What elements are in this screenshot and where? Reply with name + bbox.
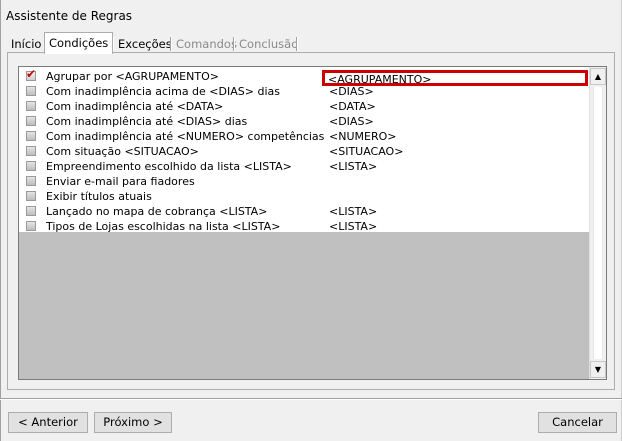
condition-label: Com situação <SITUACAO> (46, 145, 199, 158)
tab-condicoes[interactable]: Condições (44, 32, 114, 54)
condition-checkbox[interactable] (26, 146, 36, 156)
tab-comandos[interactable]: Comandos (172, 35, 241, 53)
arrow-down-icon[interactable]: ▼ (590, 361, 606, 378)
condition-value[interactable]: <NUMERO> (329, 130, 396, 143)
condition-checkbox[interactable] (26, 161, 36, 171)
condition-value[interactable]: <DIAS> (329, 115, 374, 128)
condition-checkbox[interactable] (26, 86, 36, 96)
condition-label: Enviar e-mail para fiadores (46, 175, 195, 188)
back-button[interactable]: < Anterior (8, 412, 88, 433)
condition-value[interactable]: <LISTA> (329, 160, 377, 173)
condition-row[interactable]: Empreendimento escolhido da lista <LISTA… (19, 159, 591, 174)
condition-row[interactable]: Exibir títulos atuais (19, 189, 591, 204)
condition-label: Com inadimplência até <DIAS> dias (46, 115, 248, 128)
cancel-button[interactable]: Cancelar (538, 412, 617, 433)
conditions-list: ✔ Agrupar por <AGRUPAMENTO> <AGRUPAMENTO… (19, 67, 591, 234)
condition-value[interactable]: <LISTA> (329, 205, 377, 218)
condition-row[interactable]: Com inadimplência acima de <DIAS> dias <… (19, 84, 591, 99)
condition-row[interactable]: Com situação <SITUACAO> <SITUACAO> (19, 144, 591, 159)
tab-inicio[interactable]: Início (7, 35, 45, 53)
footer-divider (0, 398, 622, 400)
condition-value[interactable]: <DATA> (329, 100, 376, 113)
condition-row[interactable]: Com inadimplência até <DIAS> dias <DIAS> (19, 114, 591, 129)
condition-label: Com inadimplência acima de <DIAS> dias (46, 85, 280, 98)
condition-value[interactable]: <LISTA> (329, 220, 377, 233)
tab-excecoes[interactable]: Exceções (114, 35, 176, 53)
condition-label: Com inadimplência até <DATA> (46, 100, 224, 113)
condition-checkbox[interactable] (26, 221, 36, 231)
check-mark-icon: ✔ (26, 67, 37, 81)
condition-checkbox[interactable] (26, 191, 36, 201)
condition-label: Empreendimento escolhido da lista <LISTA… (46, 160, 292, 173)
scrollbar-track[interactable] (593, 87, 603, 359)
condition-row[interactable]: Tipos de Lojas escolhidas na lista <LIST… (19, 219, 591, 234)
condition-label: Com inadimplência até <NUMERO> competênc… (46, 130, 325, 143)
tab-strip: Início Condições Exceções Comandos Concl… (7, 32, 612, 54)
conditions-grid: ✔ Agrupar por <AGRUPAMENTO> <AGRUPAMENTO… (18, 66, 607, 380)
tab-separator (296, 37, 298, 51)
condition-checkbox[interactable] (26, 206, 36, 216)
condition-row[interactable]: Lançado no mapa de cobrança <LISTA> <LIS… (19, 204, 591, 219)
tab-conclusao[interactable]: Conclusão (235, 35, 302, 53)
condition-checkbox[interactable]: ✔ (26, 67, 37, 81)
condition-label: Exibir títulos atuais (46, 190, 152, 203)
window-title: Assistente de Regras (6, 9, 133, 23)
condition-value[interactable]: <DIAS> (329, 85, 374, 98)
condition-value[interactable]: <SITUACAO> (329, 145, 403, 158)
condition-checkbox[interactable] (26, 101, 36, 111)
condition-checkbox[interactable] (26, 116, 36, 126)
condition-label: Tipos de Lojas escolhidas na lista <LIST… (46, 220, 281, 233)
vertical-scrollbar[interactable]: ▲ ▼ (589, 67, 606, 379)
condition-row[interactable]: Enviar e-mail para fiadores (19, 174, 591, 189)
arrow-up-icon[interactable]: ▲ (590, 68, 606, 85)
next-button[interactable]: Próximo > (94, 412, 172, 433)
condition-row[interactable]: Com inadimplência até <DATA> <DATA> (19, 99, 591, 114)
condition-row[interactable]: Com inadimplência até <NUMERO> competênc… (19, 129, 591, 144)
condition-checkbox[interactable] (26, 131, 36, 141)
condition-row[interactable]: ✔ Agrupar por <AGRUPAMENTO> <AGRUPAMENTO… (19, 67, 591, 86)
condition-label: Agrupar por <AGRUPAMENTO> (46, 70, 219, 83)
condition-checkbox[interactable] (26, 176, 36, 186)
condition-label: Lançado no mapa de cobrança <LISTA> (46, 205, 268, 218)
